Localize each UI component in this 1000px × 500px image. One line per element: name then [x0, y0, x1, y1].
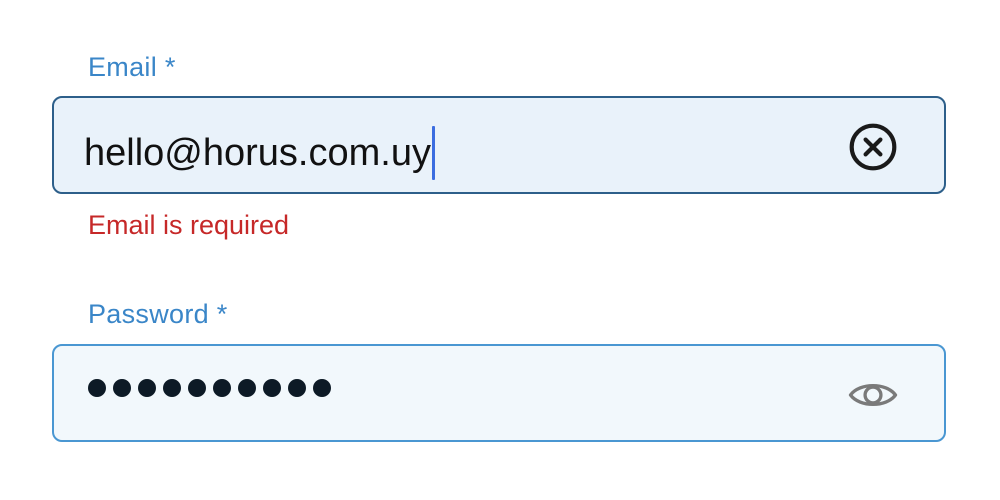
- password-label: Password *: [88, 299, 228, 329]
- clear-circle-icon: [849, 123, 897, 171]
- password-dot: [313, 379, 331, 397]
- password-dot: [88, 379, 106, 397]
- login-form: Email * hello@horus.com.uy Email is requ…: [0, 0, 1000, 500]
- password-dot: [263, 379, 281, 397]
- clear-button[interactable]: [848, 122, 898, 172]
- email-label: Email *: [88, 52, 176, 82]
- password-dot: [238, 379, 256, 397]
- password-dot: [138, 379, 156, 397]
- password-dot: [213, 379, 231, 397]
- password-dot: [113, 379, 131, 397]
- password-dot: [188, 379, 206, 397]
- text-caret: [431, 126, 435, 180]
- eye-icon: [848, 383, 898, 407]
- email-input[interactable]: hello@horus.com.uy: [84, 126, 435, 180]
- password-dot: [288, 379, 306, 397]
- email-value: hello@horus.com.uy: [84, 132, 431, 174]
- email-field[interactable]: hello@horus.com.uy: [52, 96, 946, 194]
- password-field[interactable]: [52, 344, 946, 442]
- password-dot: [163, 379, 181, 397]
- toggle-visibility-button[interactable]: [848, 370, 898, 420]
- password-masked-value[interactable]: [88, 379, 331, 397]
- email-error-message: Email is required: [88, 210, 290, 240]
